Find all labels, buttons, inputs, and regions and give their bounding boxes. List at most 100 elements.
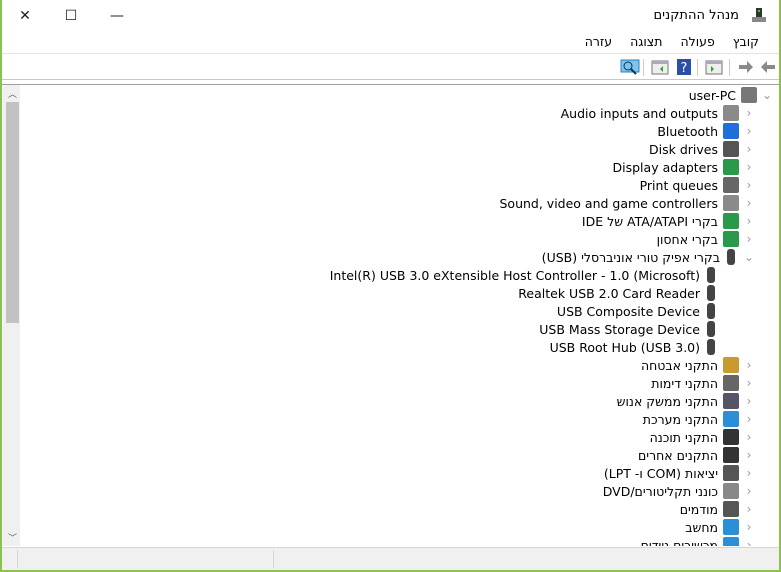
collapse-chevron-icon[interactable]: ‹ [741,376,757,390]
tree-child-item[interactable]: USB Root Hub (USB 3.0) [550,338,721,356]
tree-category[interactable]: ‹ כונני תקליטורים/DVD [603,482,757,500]
collapse-chevron-icon[interactable]: ‹ [741,448,757,462]
toolbar-separator [643,59,644,76]
tree-category[interactable]: ‹ התקני ממשק אנוש [617,392,757,410]
tree-item-label: USB Root Hub (USB 3.0) [549,339,700,355]
collapse-chevron-icon[interactable]: ‹ [741,358,757,372]
tree-item-label: בקרי אפיק טורי אוניברסלי (USB) [541,249,720,265]
tree-item-label: מכשירים ניידים [640,537,718,547]
collapse-chevron-icon[interactable]: ‹ [741,142,757,156]
tree-category[interactable]: ‹ Print queues [640,176,757,194]
collapse-chevron-icon[interactable]: ‹ [741,196,757,210]
tree-category[interactable]: ‹ Display adapters [613,158,757,176]
tree-item-label: התקני מערכת [642,411,718,427]
collapse-chevron-icon[interactable]: ‹ [741,160,757,174]
tree-category[interactable]: ‹ בקרי אחסון [657,230,757,248]
tree-category[interactable]: ‹ התקנים אחרים [638,446,757,464]
tree-category[interactable]: ‹ Sound, video and game controllers [500,194,758,212]
collapse-chevron-icon[interactable]: ‹ [741,106,757,120]
monitor-icon [723,519,739,535]
tree-category[interactable]: ‹ יציאות (COM ו- LPT) [604,464,757,482]
minimize-button[interactable]: — [94,0,140,31]
tree-category[interactable]: ‹ מחשב [685,518,757,536]
tree-item-label: בקרי ATA/ATAPI של IDE [581,213,718,229]
tree-category[interactable]: ‹ מכשירים ניידים [641,536,757,546]
tree-category[interactable]: ‹ Bluetooth [657,122,757,140]
tree-item-label: Realtek USB 2.0 Card Reader [518,285,700,301]
tree-category[interactable]: ‹ התקני מערכת [643,410,757,428]
menu-bar: קובץ פעולה תצוגה עזרה [2,33,779,53]
status-panel [274,550,778,568]
tree-child-item[interactable]: Realtek USB 2.0 Card Reader [518,284,721,302]
tree-category[interactable]: ‹ Disk drives [649,140,757,158]
expand-chevron-down-icon[interactable]: ⌄ [741,250,757,264]
scroll-up-arrow[interactable]: ︿ [6,87,19,101]
tree-item-label: USB Mass Storage Device [539,321,700,337]
collapse-chevron-icon[interactable]: ‹ [741,394,757,408]
hid-icon [723,393,739,409]
portable-device-icon [723,537,739,546]
tree-item-label: התקני אבטחה [640,357,718,373]
tree-item-label: Disk drives [649,141,718,157]
tree-category[interactable]: ‹ Audio inputs and outputs [561,104,757,122]
ide-controller-icon [723,213,739,229]
toolbar: ? [2,53,779,80]
tree-category[interactable]: ‹ מודמים [680,500,757,518]
tree-child-item[interactable]: Intel(R) USB 3.0 eXtensible Host Control… [330,266,721,284]
storage-controller-icon [723,231,739,247]
tree-category[interactable]: ‹ בקרי ATA/ATAPI של IDE [582,212,757,230]
imaging-device-icon [723,375,739,391]
vertical-scrollbar[interactable]: ︿ ﹀ [3,85,20,546]
usb-icon [707,303,715,319]
tree-item-label: user-PC [688,87,736,103]
properties-icon[interactable] [705,58,723,76]
menu-file[interactable]: קובץ [725,33,769,53]
collapse-chevron-icon[interactable]: ‹ [741,124,757,138]
dvd-drive-icon [723,483,739,499]
menu-action[interactable]: פעולה [672,33,724,53]
collapse-chevron-icon[interactable]: ‹ [741,232,757,246]
collapse-chevron-icon[interactable]: ‹ [741,502,757,516]
toolbar-separator [697,59,698,76]
usb-icon [727,249,735,265]
tree-item-label: Display adapters [612,159,718,175]
port-icon [723,465,739,481]
collapse-chevron-icon[interactable]: ‹ [741,538,757,546]
usb-icon [707,339,715,355]
tree-category[interactable]: ‹ התקני דימות [651,374,757,392]
tree-root[interactable]: ⌄ user-PC [689,86,775,104]
tree-item-label: Intel(R) USB 3.0 eXtensible Host Control… [329,267,700,283]
tree-item-label: התקנים אחרים [638,447,718,463]
update-driver-icon[interactable] [651,58,669,76]
collapse-chevron-icon[interactable]: ‹ [741,214,757,228]
scroll-down-arrow[interactable]: ﹀ [6,531,19,545]
tree-item-label: מודמים [679,501,718,517]
collapse-chevron-icon[interactable]: ‹ [741,520,757,534]
forward-icon[interactable] [737,58,755,76]
collapse-chevron-icon[interactable]: ‹ [741,412,757,426]
svg-text:?: ? [681,61,688,76]
tree-category[interactable]: ‹ התקני תוכנה [650,428,757,446]
collapse-chevron-icon[interactable]: ‹ [741,466,757,480]
maximize-button[interactable]: ☐ [48,0,94,31]
tree-child-item[interactable]: USB Composite Device [557,302,721,320]
tree-category[interactable]: ⌄ בקרי אפיק טורי אוניברסלי (USB) [542,248,757,266]
scrollbar-thumb[interactable] [6,102,19,323]
usb-warning-icon [707,321,715,337]
collapse-chevron-icon[interactable]: ‹ [741,178,757,192]
menu-view[interactable]: תצוגה [622,33,672,53]
scan-hardware-icon[interactable] [620,58,640,76]
close-button[interactable]: ✕ [2,0,48,31]
menu-help[interactable]: עזרה [577,33,622,53]
status-panel [18,550,274,568]
back-icon[interactable] [759,58,777,76]
disk-drive-icon [723,141,739,157]
expand-chevron-down-icon[interactable]: ⌄ [759,88,775,102]
collapse-chevron-icon[interactable]: ‹ [741,484,757,498]
collapse-chevron-icon[interactable]: ‹ [741,430,757,444]
modem-icon [723,501,739,517]
tree-item-label: Print queues [639,177,718,193]
tree-child-item[interactable]: USB Mass Storage Device [539,320,721,338]
tree-category[interactable]: ‹ התקני אבטחה [641,356,757,374]
help-icon[interactable]: ? [675,58,693,76]
